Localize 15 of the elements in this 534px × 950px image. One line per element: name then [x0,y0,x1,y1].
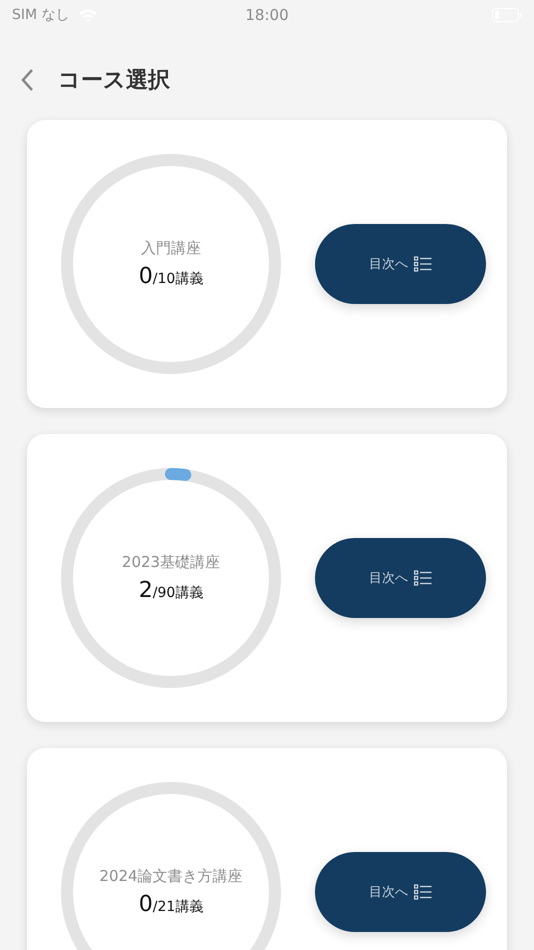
list-icon [414,570,432,586]
course-name: 2023基礎講座 [122,553,220,572]
contents-button[interactable]: 目次へ [315,538,486,618]
contents-button[interactable]: 目次へ [315,224,486,304]
list-icon [414,884,432,900]
course-name: 2024論文書き方講座 [99,867,243,886]
contents-button[interactable]: 目次へ [315,852,486,932]
lecture-count: 0/10講義 [138,264,204,289]
lecture-count: 2/90講義 [138,578,204,603]
page-title: コース選択 [58,67,170,95]
course-name: 入門講座 [141,239,201,258]
carrier-label: SIM なし [12,6,70,24]
lecture-count: 0/21講義 [138,892,204,917]
list-icon [414,256,432,272]
clock-time: 18:00 [245,6,289,24]
